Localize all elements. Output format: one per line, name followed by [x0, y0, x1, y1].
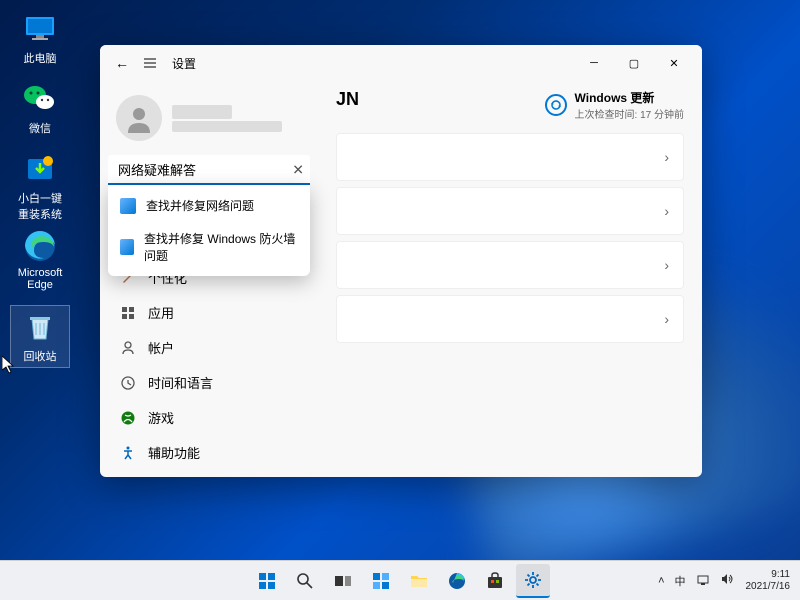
clear-search-button[interactable]: ✕: [292, 162, 304, 179]
desktop-icon-pc[interactable]: 此电脑: [10, 8, 70, 69]
desktop-icon-installer[interactable]: 小白一键重装系统: [10, 148, 70, 225]
nav-label: 帐户: [148, 338, 174, 357]
search-button[interactable]: [288, 564, 322, 598]
titlebar: ← 设置 ─ ▢ ✕: [100, 45, 702, 81]
close-button[interactable]: ✕: [654, 49, 694, 77]
settings-window: ← 设置 ─ ▢ ✕ ✕ 查找并修复网络问题 查找并修复 Windows: [100, 45, 702, 477]
user-email: [172, 121, 282, 132]
settings-card[interactable]: ›: [336, 241, 684, 289]
nav-label: 时间和语言: [148, 373, 213, 392]
apps-icon: [120, 305, 136, 321]
recycle-bin-icon: [22, 309, 58, 345]
back-button[interactable]: ←: [108, 49, 136, 77]
monitor-icon: [22, 11, 58, 47]
troubleshoot-icon: [120, 198, 136, 214]
avatar: [116, 95, 162, 141]
chevron-right-icon: ›: [664, 149, 669, 165]
nav-apps[interactable]: 应用: [108, 296, 310, 329]
nav-time-language[interactable]: 时间和语言: [108, 366, 310, 399]
user-name: [172, 105, 232, 119]
update-subtitle: 上次检查时间: 17 分钟前: [575, 106, 684, 121]
taskview-button[interactable]: [326, 564, 360, 598]
explorer-button[interactable]: [402, 564, 436, 598]
edge-taskbar-button[interactable]: [440, 564, 474, 598]
suggestion-item[interactable]: 查找并修复网络问题: [108, 189, 310, 222]
maximize-button[interactable]: ▢: [614, 49, 654, 77]
desktop-icon-recycle-bin[interactable]: 回收站: [10, 305, 70, 368]
nav-label: 应用: [148, 303, 174, 322]
search-input[interactable]: [108, 155, 310, 185]
suggestion-item[interactable]: 查找并修复 Windows 防火墙问题: [108, 222, 310, 272]
hamburger-menu-icon[interactable]: [136, 49, 164, 77]
taskbar: ˄ 中 9:11 2021/7/16: [0, 560, 800, 600]
update-sync-icon: [545, 94, 567, 116]
settings-card[interactable]: ›: [336, 187, 684, 235]
network-tray-icon[interactable]: [694, 570, 712, 591]
chevron-right-icon: ›: [664, 311, 669, 327]
search-suggestions: 查找并修复网络问题 查找并修复 Windows 防火墙问题: [108, 185, 310, 276]
cursor-icon: [2, 356, 16, 374]
desktop-icon-label: 微信: [29, 120, 51, 136]
volume-tray-icon[interactable]: [718, 570, 736, 591]
wechat-icon: [22, 81, 58, 117]
settings-taskbar-button[interactable]: [516, 564, 550, 598]
desktop-icon-wechat[interactable]: 微信: [10, 78, 70, 139]
clock-icon: [120, 375, 136, 391]
desktop-icon-label: Microsoft Edge: [13, 267, 67, 291]
desktop-icon-label: 此电脑: [24, 50, 57, 66]
user-section[interactable]: [108, 89, 318, 147]
account-icon: [120, 340, 136, 356]
taskbar-center: [250, 564, 550, 598]
installer-icon: [22, 151, 58, 187]
chevron-right-icon: ›: [664, 203, 669, 219]
nav-gaming[interactable]: 游戏: [108, 401, 310, 434]
desktop-icon-label: 回收站: [24, 348, 57, 364]
minimize-button[interactable]: ─: [574, 49, 614, 77]
settings-card[interactable]: ›: [336, 295, 684, 343]
nav-accounts[interactable]: 帐户: [108, 331, 310, 364]
system-tray: ˄ 中 9:11 2021/7/16: [656, 569, 794, 593]
nav-label: 辅助功能: [148, 443, 200, 462]
nav-label: 游戏: [148, 408, 174, 427]
settings-card[interactable]: ›: [336, 133, 684, 181]
windows-update-status[interactable]: Windows 更新 上次检查时间: 17 分钟前: [545, 89, 684, 121]
start-button[interactable]: [250, 564, 284, 598]
edge-icon: [22, 228, 58, 264]
xbox-icon: [120, 410, 136, 426]
widgets-button[interactable]: [364, 564, 398, 598]
desktop-icon-label: 小白一键重装系统: [13, 190, 67, 222]
sidebar: ✕ 查找并修复网络问题 查找并修复 Windows 防火墙问题 网络 & Int…: [100, 81, 318, 477]
device-name: JN: [336, 89, 359, 110]
accessibility-icon: [120, 445, 136, 461]
clock-tray[interactable]: 9:11 2021/7/16: [742, 569, 795, 593]
search-container: ✕ 查找并修复网络问题 查找并修复 Windows 防火墙问题: [108, 155, 310, 185]
desktop-icon-edge[interactable]: Microsoft Edge: [10, 225, 70, 294]
store-button[interactable]: [478, 564, 512, 598]
update-title: Windows 更新: [575, 89, 684, 106]
chevron-right-icon: ›: [664, 257, 669, 273]
nav-accessibility[interactable]: 辅助功能: [108, 436, 310, 469]
main-content: JN Windows 更新 上次检查时间: 17 分钟前 › › › ›: [318, 81, 702, 477]
tray-chevron-up-icon[interactable]: ˄: [656, 573, 666, 589]
ime-indicator[interactable]: 中: [673, 571, 688, 591]
window-title: 设置: [172, 55, 196, 72]
troubleshoot-icon: [120, 239, 134, 255]
